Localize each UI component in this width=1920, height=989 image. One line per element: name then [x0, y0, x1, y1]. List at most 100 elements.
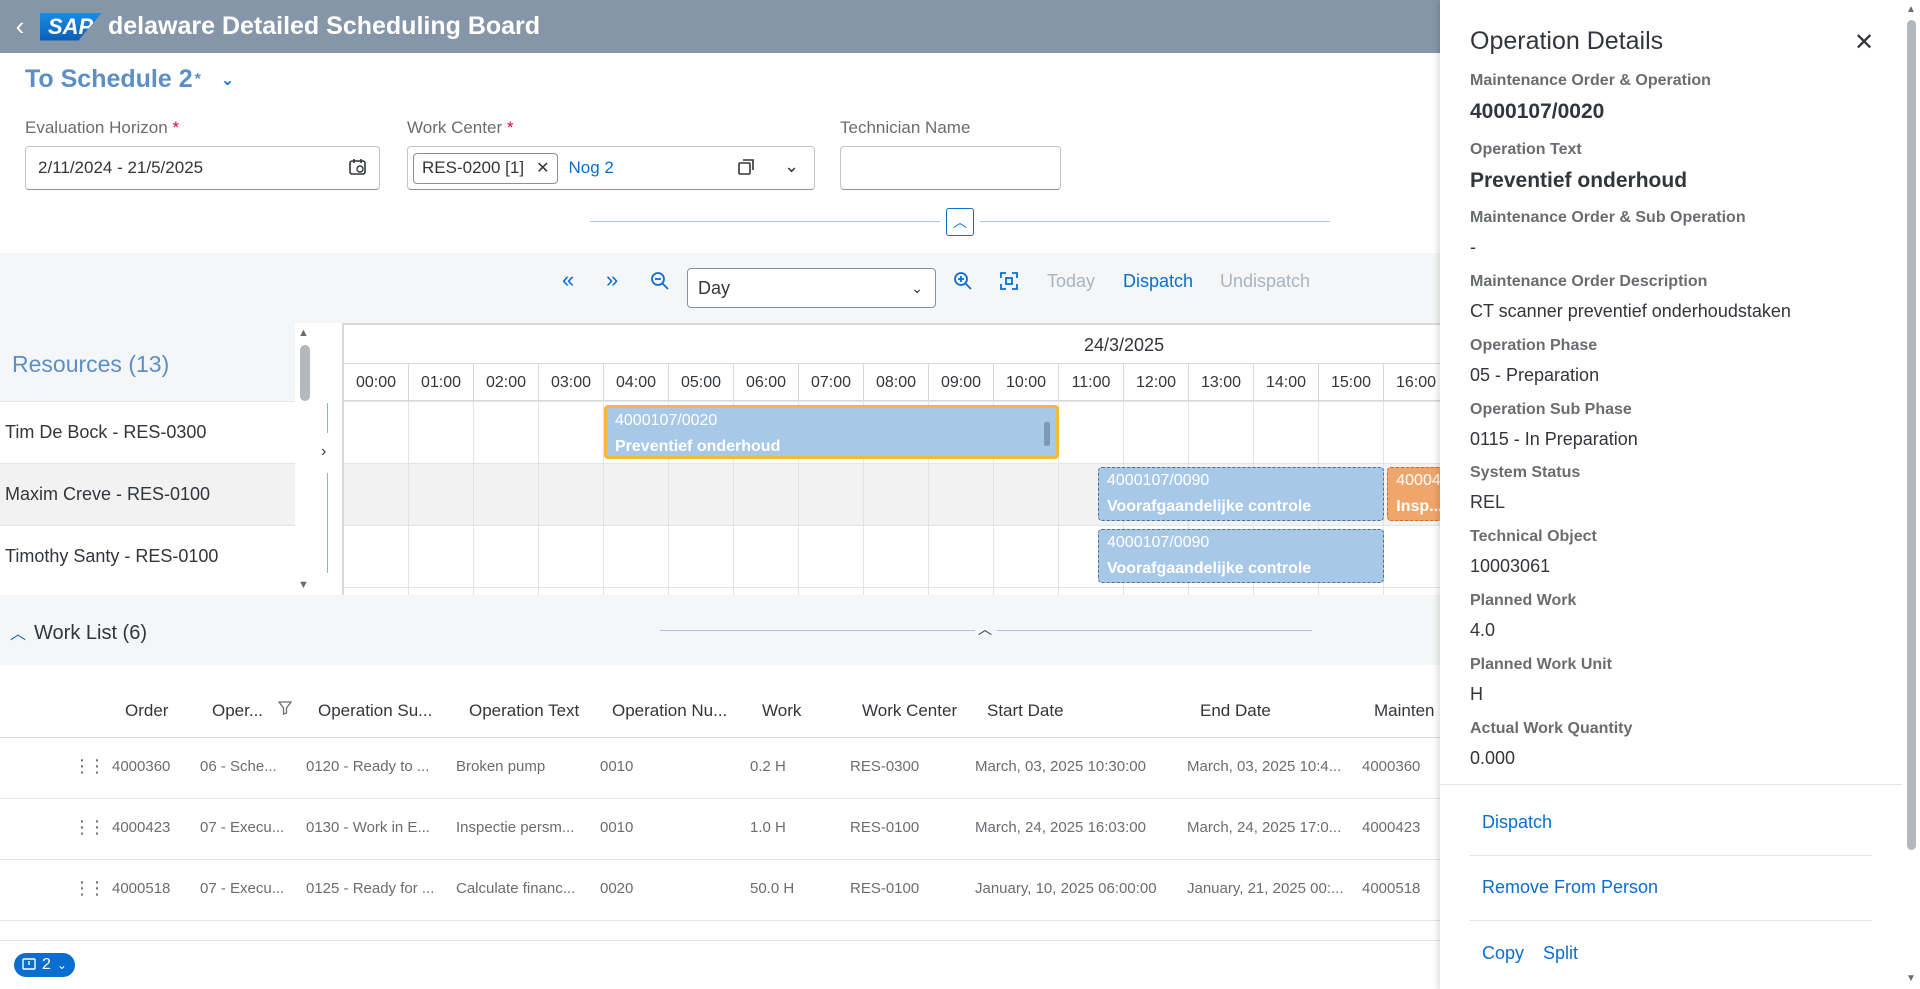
table-cell: 4000518	[112, 880, 171, 897]
drag-handle-icon[interactable]: ⋮⋮	[73, 878, 106, 899]
message-button[interactable]: 2 ⌄	[14, 953, 75, 977]
resource-row[interactable]: Tim De Bock - RES-0300	[0, 401, 295, 463]
chevron-down-icon[interactable]: ⌄	[57, 958, 67, 972]
view-select-value: Day	[698, 277, 731, 298]
calendar-icon[interactable]	[348, 157, 368, 182]
panel-separator	[1470, 855, 1872, 856]
scroll-down-icon[interactable]: ▼	[298, 579, 309, 591]
zoom-in-icon[interactable]	[953, 271, 973, 296]
panel-dispatch-button[interactable]: Dispatch	[1482, 812, 1552, 833]
horizon-input[interactable]: 2/11/2024 - 21/5/2025	[25, 146, 380, 190]
hour-label: 06:00	[734, 364, 799, 402]
field-value: CT scanner preventief onderhoudstaken	[1470, 301, 1791, 321]
resize-handle[interactable]	[1044, 422, 1050, 446]
column-header-maintenance-order[interactable]: Mainten	[1374, 701, 1434, 721]
operation-shape[interactable]: 4000107/0020 Preventief onderhoud	[604, 405, 1059, 459]
fit-to-screen-icon[interactable]	[999, 271, 1019, 296]
chevron-down-icon[interactable]: ⌄	[911, 280, 923, 297]
table-cell: 4000360	[112, 758, 171, 775]
value-help-icon[interactable]	[736, 157, 756, 182]
close-icon[interactable]: ✕	[1854, 28, 1874, 57]
shift-right-icon[interactable]: »	[606, 267, 618, 293]
drag-handle-icon[interactable]: ⋮⋮	[73, 817, 106, 838]
hour-label: 02:00	[474, 364, 539, 402]
chevron-down-icon[interactable]: ⌄	[784, 156, 799, 177]
dispatch-button[interactable]: Dispatch	[1123, 271, 1193, 292]
operation-shape[interactable]: 4000107/0090 Voorafgaandelijke controle	[1098, 529, 1384, 583]
technician-label: Technician Name	[840, 118, 971, 137]
resource-scrollbar[interactable]: ▲ ▼	[296, 323, 314, 595]
variant-selector[interactable]: To Schedule 2 * ⌄	[25, 65, 234, 94]
field-label: Planned Work Unit	[1470, 656, 1612, 673]
column-header-start-date[interactable]: Start Date	[987, 701, 1064, 721]
scroll-down-icon[interactable]: ▼	[1906, 973, 1916, 984]
column-header-end-date[interactable]: End Date	[1200, 701, 1271, 721]
column-header-operation-number[interactable]: Operation Nu...	[612, 701, 727, 721]
column-header-work[interactable]: Work	[762, 701, 801, 721]
workcenter-more-link[interactable]: Nog 2	[568, 158, 613, 178]
drag-handle-icon[interactable]: ⋮⋮	[73, 756, 106, 777]
hour-label: 03:00	[539, 364, 604, 402]
column-header-operation-text[interactable]: Operation Text	[469, 701, 579, 721]
field-value: 0115 - In Preparation	[1470, 429, 1638, 449]
chevron-up-icon[interactable]: ︿	[10, 626, 26, 643]
table-cell: January, 21, 2025 00:...	[1187, 880, 1344, 897]
technician-input[interactable]	[840, 146, 1061, 190]
zoom-out-icon[interactable]	[650, 271, 670, 296]
column-header-work-center[interactable]: Work Center	[862, 701, 957, 721]
table-row[interactable]: ⋮⋮ 4000360 06 - Sche... 0120 - Ready to ...…	[0, 738, 1440, 799]
column-header-operation-phase[interactable]: Oper...	[212, 701, 263, 721]
undispatch-button[interactable]: Undispatch	[1220, 271, 1310, 292]
detail-field: System Status REL	[1470, 464, 1580, 513]
operation-details-panel: Operation Details ✕ Maintenance Order & …	[1440, 0, 1920, 989]
table-cell: 0120 - Ready to ...	[306, 758, 430, 775]
collapse-header-button[interactable]: ︿	[946, 208, 974, 236]
today-button[interactable]: Today	[1047, 271, 1095, 292]
workcenter-token[interactable]: RES-0200 [1] ✕	[413, 152, 559, 184]
shape-text: Voorafgaandelijke controle	[1107, 498, 1312, 515]
hour-label: 10:00	[994, 364, 1059, 402]
table-cell: 4000423	[112, 819, 171, 836]
field-label: Actual Work Quantity	[1470, 720, 1633, 737]
workcenter-label-text: Work Center	[407, 118, 503, 137]
table-cell: 0020	[600, 880, 634, 897]
view-select[interactable]: Day ⌄	[687, 268, 936, 308]
hour-label: 09:00	[929, 364, 994, 402]
table-cell: 0.2 H	[750, 758, 786, 775]
chevron-right-icon[interactable]: ›	[321, 443, 326, 461]
gantt-splitter[interactable]: ›	[314, 323, 342, 595]
column-header-operation-sub-phase[interactable]: Operation Su...	[318, 701, 432, 721]
panel-scrollbar[interactable]: ▲ ▼	[1902, 0, 1920, 989]
back-icon[interactable]: ‹	[0, 0, 40, 53]
close-icon[interactable]: ✕	[536, 158, 549, 178]
filter-icon[interactable]	[277, 701, 293, 718]
worklist-toggle[interactable]: ︿ Work List (6)	[10, 620, 147, 645]
scrollbar-thumb[interactable]	[1907, 20, 1916, 850]
scrollbar-thumb[interactable]	[300, 345, 310, 401]
shape-text: Voorafgaandelijke controle	[1107, 560, 1312, 577]
shift-left-icon[interactable]: «	[562, 267, 574, 293]
copy-button[interactable]: Copy	[1482, 943, 1524, 964]
operation-shape[interactable]: 4000107/0090 Voorafgaandelijke controle	[1098, 467, 1384, 521]
table-cell: Broken pump	[456, 758, 546, 775]
scroll-up-icon[interactable]: ▲	[1906, 4, 1916, 15]
resource-row[interactable]: Maxim Creve - RES-0100	[0, 463, 295, 525]
table-cell: 50.0 H	[750, 880, 795, 897]
table-cell: 1.0 H	[750, 819, 786, 836]
remove-from-person-button[interactable]: Remove From Person	[1482, 877, 1658, 898]
table-row[interactable]: ⋮⋮ 4000518 07 - Execu... 0125 - Ready for .…	[0, 860, 1440, 921]
field-value: Preventief onderhoud	[1470, 169, 1688, 192]
grid-line	[408, 401, 409, 595]
chevron-down-icon[interactable]: ⌄	[221, 70, 234, 90]
chevron-up-icon[interactable]: ︿	[978, 619, 992, 639]
resource-row[interactable]: Timothy Santy - RES-0100	[0, 525, 295, 587]
split-button[interactable]: Split	[1543, 943, 1578, 964]
column-header-order[interactable]: Order	[125, 701, 168, 721]
workcenter-input[interactable]: RES-0200 [1] ✕ Nog 2 ⌄	[407, 146, 815, 190]
scroll-up-icon[interactable]: ▲	[298, 327, 309, 339]
hour-header: 00:00 01:00 02:00 03:00 04:00 05:00 06:00 07:00…	[344, 363, 1440, 402]
table-row[interactable]: ⋮⋮ 4000423 07 - Execu... 0130 - Work in E..…	[0, 799, 1440, 860]
table-cell: 0125 - Ready for ...	[306, 880, 435, 897]
hour-label: 08:00	[864, 364, 929, 402]
operation-shape[interactable]: 40004 Insp...	[1387, 467, 1440, 521]
